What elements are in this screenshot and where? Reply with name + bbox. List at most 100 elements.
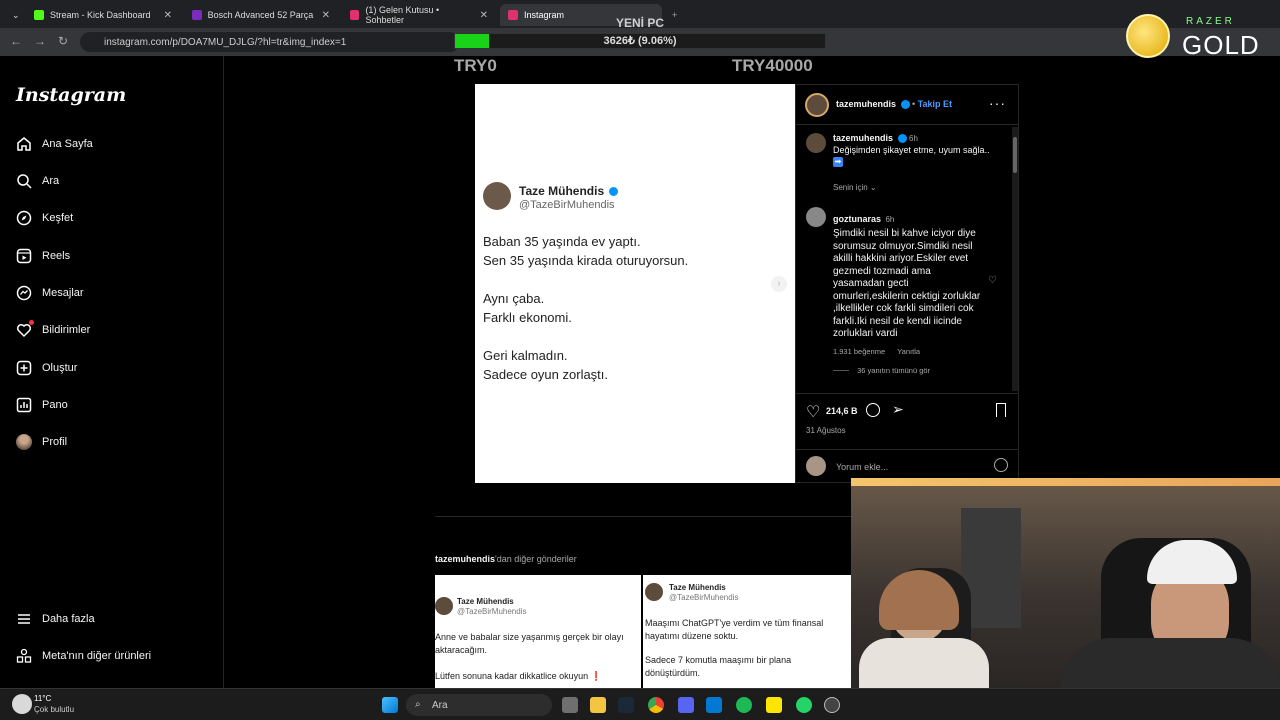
tab-list-button[interactable]: ⌄ (4, 4, 20, 26)
nav-explore[interactable]: Keşfet (16, 210, 73, 226)
more-posts-suffix: 'dan diğer gönderiler (495, 554, 577, 564)
close-icon[interactable]: ✕ (164, 10, 172, 21)
author-avatar[interactable] (805, 93, 829, 117)
comments-list[interactable]: tazemuhendis 6h Değişimden şikayet etme,… (796, 125, 1018, 393)
card-handle: @TazeBirMuhendis (669, 593, 739, 602)
back-icon[interactable]: ← (10, 34, 22, 48)
spotify-icon[interactable] (736, 697, 752, 713)
author-username[interactable]: tazemuhendis (836, 99, 896, 109)
url-text: instagram.com/p/DOA7MU_DJLG/?hl=tr&img_i… (104, 36, 347, 48)
nav-home[interactable]: Ana Sayfa (16, 136, 93, 152)
search-icon: ⌕ (415, 699, 421, 710)
own-avatar (806, 456, 826, 476)
nav-label: Ara (42, 175, 60, 187)
tab-label: Stream - Kick Dashboard (50, 10, 151, 20)
weather-desc[interactable]: Çok bulutlu (34, 705, 74, 714)
tab-bosch[interactable]: Bosch Advanced 52 Parça El Al... ✕ (184, 4, 338, 26)
nav-profile[interactable]: Profil (16, 434, 67, 450)
post-actions: ♡ 214,6 B ➢ 31 Ağustos (796, 393, 1018, 453)
related-post-card[interactable]: Taze Mühendis @TazeBirMuhendis Anne ve b… (435, 575, 641, 688)
share-icon[interactable]: ➢ (892, 401, 904, 418)
author-name-text: Taze Mühendis (519, 184, 605, 198)
nav-more[interactable]: Daha fazla (16, 611, 95, 627)
nav-meta-products[interactable]: Meta'nın diğer ürünleri (16, 648, 151, 664)
sticky-notes-icon[interactable] (766, 697, 782, 713)
comment-icon[interactable] (866, 403, 880, 417)
nav-label: Oluştur (42, 362, 78, 374)
comment-meta: 1.931 beğenme Yanıtla (833, 347, 983, 356)
next-image-button[interactable]: › (771, 276, 787, 292)
reply-button[interactable]: Yanıtla (897, 347, 920, 356)
card-text: Lütfen sonuna kadar dikkatlice okuyun ❗ (435, 671, 602, 681)
chatgpt-icon[interactable] (824, 697, 840, 713)
like-icon[interactable]: ♡ (806, 402, 820, 422)
related-post-card[interactable]: Taze Mühendis @TazeBirMuhendis Maaşımı C… (643, 575, 851, 688)
taskbar-search-label: Ara (432, 699, 448, 711)
caption-username[interactable]: tazemuhendis (833, 133, 893, 143)
nav-search[interactable]: Ara (16, 173, 59, 189)
commenter-avatar[interactable] (806, 207, 826, 227)
author-row: tazemuhendis • Takip Et (836, 99, 953, 110)
emoji-icon[interactable] (994, 458, 1008, 472)
for-you-dropdown[interactable]: Senin için ⌄ (833, 183, 877, 192)
nav-label: Reels (42, 250, 71, 262)
razer-coin-icon (1126, 14, 1170, 58)
comments-scrollbar[interactable] (1012, 127, 1018, 391)
post-image[interactable]: Taze Mühendis @TazeBirMuhendis Baban 35 … (475, 84, 795, 483)
more-posts-user[interactable]: tazemuhendis (435, 554, 495, 564)
comment-text: Şimdiki nesil bi kahve iciyor diye sorum… (833, 228, 981, 339)
nav-label: Keşfet (42, 212, 74, 224)
site-icon (192, 10, 202, 20)
nav-dashboard[interactable]: Pano (16, 397, 68, 413)
arrow-emoji-icon: ➡ (833, 157, 843, 168)
nav-label: Profil (42, 436, 68, 448)
weather-temp[interactable]: 11°C (34, 694, 51, 703)
like-count[interactable]: 214,6 B (826, 406, 858, 416)
caption-avatar[interactable] (806, 133, 826, 153)
nav-reels[interactable]: Reels (16, 248, 70, 264)
windows-start-icon[interactable] (382, 697, 398, 713)
razer-brand-text: RAZER (1186, 16, 1235, 27)
comment-like-icon[interactable]: ♡ (988, 275, 997, 286)
task-view-icon[interactable] (562, 697, 578, 713)
post-text-line: Aynı çaba. (483, 291, 545, 306)
more-options-icon[interactable]: ··· (989, 95, 1006, 111)
comment-likes[interactable]: 1.931 beğenme (833, 347, 885, 356)
reels-icon (16, 248, 32, 264)
post-author-handle: @TazeBirMuhendis (519, 199, 615, 211)
person-left-body (859, 638, 989, 688)
tab-kick[interactable]: Stream - Kick Dashboard ✕ (26, 4, 180, 26)
taskbar-search[interactable]: ⌕ Ara (406, 694, 552, 716)
save-icon[interactable] (996, 403, 1006, 417)
weather-icon[interactable] (12, 694, 32, 714)
file-explorer-icon[interactable] (590, 697, 606, 713)
outlook-icon[interactable] (706, 697, 722, 713)
close-icon[interactable]: ✕ (322, 10, 330, 21)
avatar (16, 434, 32, 450)
reload-icon[interactable]: ↻ (58, 34, 68, 48)
post-text-line: Geri kalmadın. (483, 348, 568, 363)
comment-input[interactable]: Yorum ekle... (836, 462, 888, 472)
scrollbar-thumb[interactable] (1013, 137, 1017, 173)
follow-button[interactable]: Takip Et (918, 99, 952, 109)
hamburger-icon (16, 611, 32, 627)
chrome-icon[interactable] (648, 697, 664, 713)
steam-icon[interactable] (618, 697, 634, 713)
forward-icon[interactable]: → (34, 34, 46, 48)
person-right-body (1061, 638, 1280, 688)
donation-goal-bar: 3626₺ (9.06%) (454, 33, 826, 49)
card-text: Maaşımı ChatGPT'ye verdim ve tüm finansa… (645, 618, 824, 641)
verified-badge-icon (897, 134, 907, 144)
nav-messages[interactable]: Mesajlar (16, 285, 84, 301)
url-field[interactable]: instagram.com/p/DOA7MU_DJLG/?hl=tr&img_i… (80, 32, 460, 52)
nav-label: Meta'nın diğer ürünleri (42, 650, 152, 662)
instagram-logo[interactable]: Instagram (16, 84, 126, 106)
nav-create[interactable]: Oluştur (16, 360, 77, 376)
discord-icon[interactable] (678, 697, 694, 713)
whatsapp-icon[interactable] (796, 697, 812, 713)
heart-icon (16, 320, 34, 338)
comment-username[interactable]: goztunaras (833, 214, 881, 224)
panel-header: tazemuhendis • Takip Et ··· (796, 85, 1018, 125)
view-replies[interactable]: 36 yanıtın tümünü gör (833, 366, 983, 375)
nav-notifications[interactable]: Bildirimler (16, 320, 90, 338)
